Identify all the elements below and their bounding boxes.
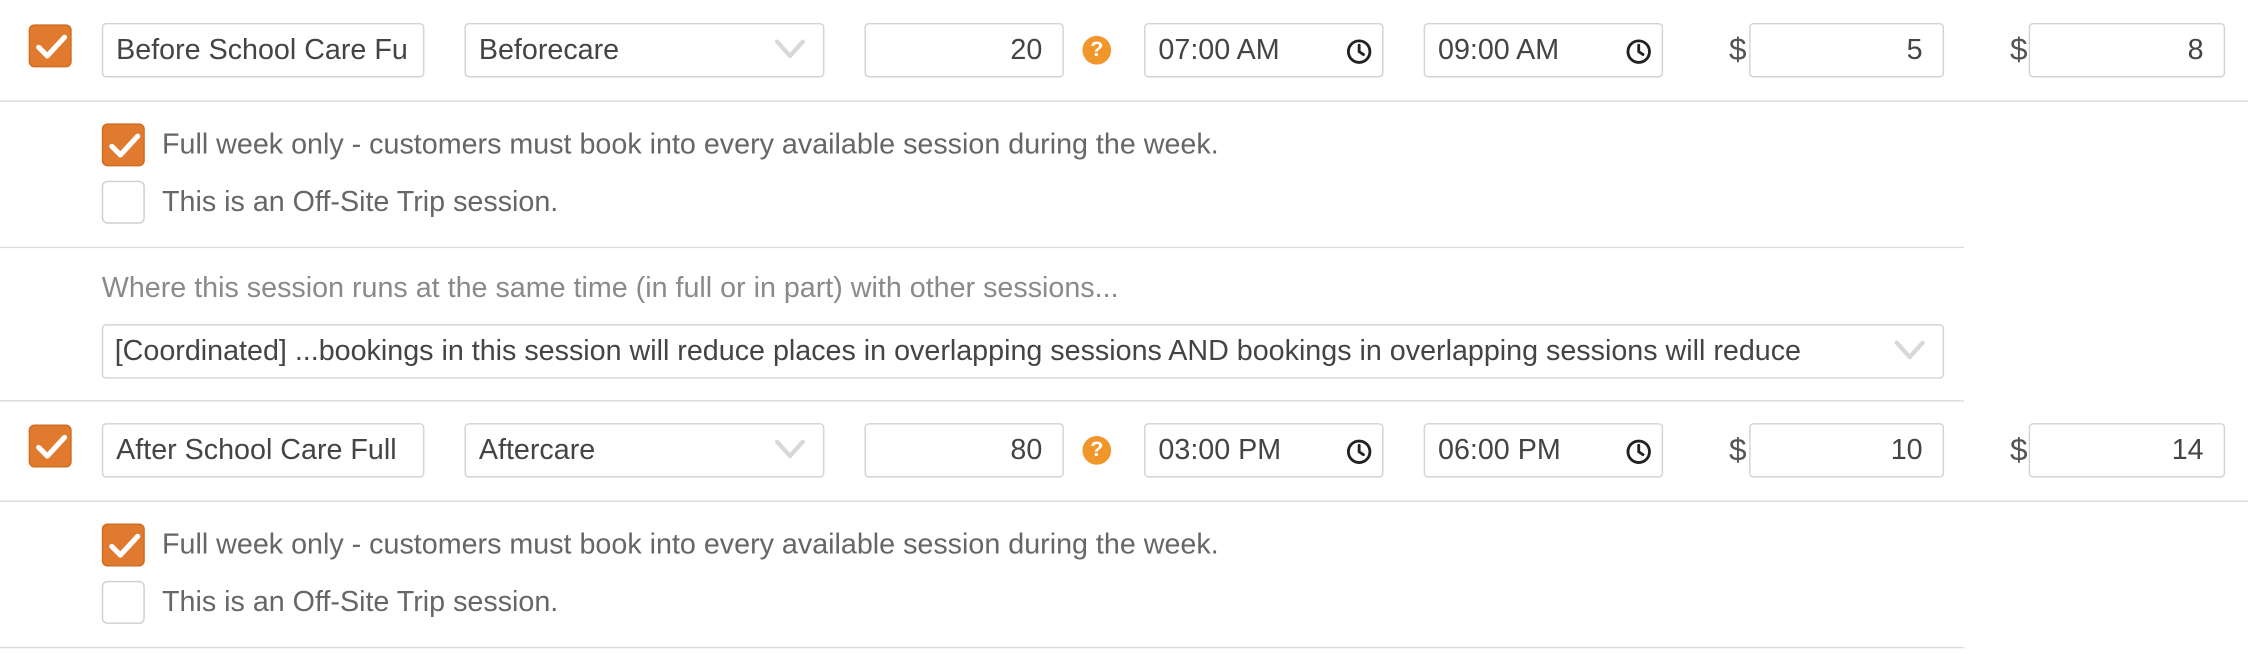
end-time-value: 06:00 PM [1438,434,1561,467]
price-value: 10 [1890,434,1923,467]
help-icon[interactable]: ? [1082,435,1112,465]
session-enabled-checkbox[interactable] [28,424,72,468]
row-divider [0,500,2248,502]
offsite-checkbox[interactable] [101,180,145,224]
price-input[interactable]: 14 [2028,423,2226,478]
session-category-value: Beforecare [478,34,620,66]
price-input[interactable]: 5 [1749,22,1945,78]
start-time-value: 07:00 AM [1158,34,1280,66]
overlap-mode-select[interactable]: [Coordinated] ...bookings in this sessio… [101,324,1945,379]
check-icon [36,34,68,59]
capacity-input[interactable]: 20 [864,22,1064,78]
offsite-label: This is an Off-Site Trip session. [162,186,559,218]
session-name-value: Before School Care Fu [116,34,408,66]
help-icon[interactable]: ? [1082,35,1112,65]
currency-symbol: $ [1729,31,1747,68]
full-week-label: Full week only - customers must book int… [162,529,1219,561]
chevron-down-icon [1894,340,1925,360]
capacity-input[interactable]: 80 [864,423,1064,478]
full-week-label: Full week only - customers must book int… [162,129,1219,161]
session-name-input[interactable]: Before School Care Fu [101,22,425,78]
session-category-select[interactable]: Beforecare [464,22,825,78]
capacity-value: 20 [1010,34,1043,66]
section-divider [0,646,1965,649]
price-input[interactable]: 10 [1749,423,1945,478]
price-value: 8 [2187,34,2204,66]
end-time-value: 09:00 AM [1438,34,1560,66]
start-time-input[interactable]: 07:00 AM [1144,22,1384,78]
price-input[interactable]: 8 [2028,22,2226,78]
clock-icon[interactable] [1345,437,1374,466]
clock-icon[interactable] [1624,37,1653,66]
section-divider [0,246,1965,249]
start-time-input[interactable]: 03:00 PM [1144,423,1384,478]
currency-symbol: $ [1729,431,1747,468]
check-icon [109,533,141,558]
session-category-select[interactable]: Aftercare [464,423,825,478]
check-icon [36,434,68,459]
end-time-input[interactable]: 09:00 AM [1423,22,1664,78]
check-icon [109,133,141,158]
price-value: 14 [2171,434,2204,467]
session-name-value: After School Care Full [116,434,397,467]
currency-symbol: $ [2010,431,2028,468]
overlap-mode-value: [Coordinated] ...bookings in this sessio… [114,335,1802,368]
clock-icon[interactable] [1345,37,1374,66]
clock-icon[interactable] [1624,437,1653,466]
offsite-label: This is an Off-Site Trip session. [162,586,559,619]
price-value: 5 [1906,34,1923,66]
chevron-down-icon [774,439,806,459]
full-week-checkbox[interactable] [101,523,145,567]
session-name-input[interactable]: After School Care Full [101,423,425,478]
full-week-checkbox[interactable] [101,123,145,167]
currency-symbol: $ [2010,31,2028,68]
row-divider [0,100,2248,102]
end-time-input[interactable]: 06:00 PM [1423,423,1664,478]
session-category-value: Aftercare [478,434,596,467]
overlap-heading: Where this session runs at the same time… [101,272,1119,305]
offsite-checkbox[interactable] [101,580,145,624]
capacity-value: 80 [1010,434,1043,467]
section-divider [0,400,1965,402]
start-time-value: 03:00 PM [1158,434,1282,467]
chevron-down-icon [774,39,806,59]
session-enabled-checkbox[interactable] [28,24,72,68]
